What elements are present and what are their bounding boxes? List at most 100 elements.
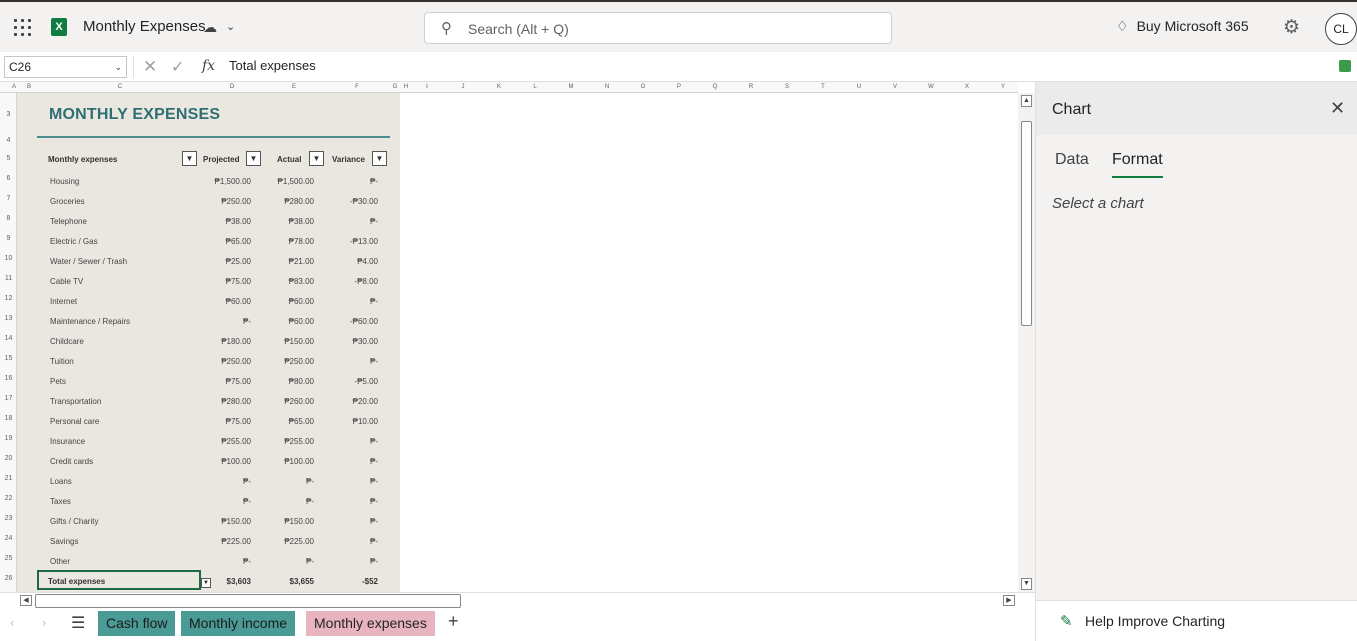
projected-value[interactable]: ₱60.00 [226,297,251,306]
total-variance[interactable]: -$52 [362,577,378,586]
row-header[interactable]: 6 [0,175,17,182]
vertical-scrollbar[interactable]: ▲ ▼ [1018,93,1035,592]
variance-value[interactable]: ₱- [370,477,378,486]
variance-value[interactable]: ₱- [370,177,378,186]
variance-value[interactable]: -₱5.00 [354,377,378,386]
buy-microsoft-365-button[interactable]: ♢ Buy Microsoft 365 [1116,18,1249,35]
row-label[interactable]: Insurance [50,437,85,446]
variance-value[interactable]: ₱10.00 [353,417,378,426]
row-label[interactable]: Cable TV [50,277,83,286]
actual-value[interactable]: ₱60.00 [289,297,314,306]
actual-value[interactable]: ₱1,500.00 [278,177,314,186]
variance-value[interactable]: ₱20.00 [353,397,378,406]
actual-value[interactable]: ₱78.00 [289,237,314,246]
avatar[interactable]: CL [1325,13,1357,45]
variance-value[interactable]: ₱- [370,217,378,226]
table-row[interactable]: Maintenance / Repairs ₱- ₱60.00 -₱60.00 [17,311,400,331]
table-row[interactable]: Water / Sewer / Trash ₱25.00 ₱21.00 ₱4.00 [17,251,400,271]
actual-value[interactable]: ₱- [306,477,314,486]
table-row[interactable]: Tuition ₱250.00 ₱250.00 ₱- [17,351,400,371]
actual-value[interactable]: ₱280.00 [284,197,314,206]
chevron-left-icon[interactable]: ‹ [10,615,14,630]
table-row[interactable]: Other ₱- ₱- ₱- [17,551,400,571]
hamburger-menu-icon[interactable]: ☰ [71,613,85,633]
add-sheet-icon[interactable]: + [448,611,459,632]
row-header[interactable]: 3 [0,111,17,118]
row-label[interactable]: Water / Sewer / Trash [50,257,127,266]
row-header[interactable]: 15 [0,355,17,362]
column-header[interactable]: K [481,84,517,90]
row-header[interactable]: 7 [0,195,17,202]
projected-value[interactable]: ₱- [243,477,251,486]
row-header[interactable]: 12 [0,295,17,302]
table-row[interactable]: Personal care ₱75.00 ₱65.00 ₱10.00 [17,411,400,431]
column-header[interactable]: Y [985,84,1021,90]
variance-value[interactable]: ₱- [370,537,378,546]
row-label[interactable]: Loans [50,477,72,486]
variance-value[interactable]: -₱60.00 [350,317,378,326]
column-header[interactable]: G [391,84,399,90]
column-header[interactable]: X [949,84,985,90]
row-header[interactable]: 17 [0,395,17,402]
column-header[interactable]: P [661,84,697,90]
variance-value[interactable]: ₱4.00 [357,257,378,266]
table-row[interactable]: Groceries ₱250.00 ₱280.00 -₱30.00 [17,191,400,211]
variance-value[interactable]: ₱- [370,557,378,566]
projected-value[interactable]: ₱250.00 [221,357,251,366]
table-row[interactable]: Telephone ₱38.00 ₱38.00 ₱- [17,211,400,231]
table-row[interactable]: Housing ₱1,500.00 ₱1,500.00 ₱- [17,171,400,191]
variance-value[interactable]: -₱8.00 [354,277,378,286]
row-label[interactable]: Personal care [50,417,99,426]
table-row[interactable]: Pets ₱75.00 ₱80.00 -₱5.00 [17,371,400,391]
variance-value[interactable]: ₱- [370,437,378,446]
row-header[interactable]: 21 [0,475,17,482]
column-header[interactable]: U [841,84,877,90]
table-row[interactable]: Savings ₱225.00 ₱225.00 ₱- [17,531,400,551]
actual-value[interactable]: ₱65.00 [289,417,314,426]
table-row[interactable]: Electric / Gas ₱65.00 ₱78.00 -₱13.00 [17,231,400,251]
row-header[interactable]: 8 [0,215,17,222]
column-header[interactable]: Q [697,84,733,90]
actual-value[interactable]: ₱60.00 [289,317,314,326]
insert-function-icon[interactable]: fx [202,58,215,74]
row-label[interactable]: Credit cards [50,457,93,466]
tab-monthly-expenses[interactable]: Monthly expenses [306,611,435,636]
row-label[interactable]: Telephone [50,217,87,226]
search-box[interactable]: ⚲ [424,12,892,44]
column-header[interactable]: C [40,84,200,90]
cancel-icon[interactable]: ✕ [143,57,157,77]
projected-value[interactable]: ₱- [243,497,251,506]
row-label[interactable]: Pets [50,377,66,386]
table-row[interactable]: Childcare ₱180.00 ₱150.00 ₱30.00 [17,331,400,351]
projected-value[interactable]: ₱225.00 [221,537,251,546]
column-header[interactable]: J [445,84,481,90]
tab-data[interactable]: Data [1055,151,1089,176]
projected-value[interactable]: ₱250.00 [221,197,251,206]
check-icon[interactable]: ✓ [171,57,184,77]
scroll-up-icon[interactable]: ▲ [1021,95,1032,107]
row-header[interactable]: 9 [0,235,17,242]
actual-value[interactable]: ₱225.00 [284,537,314,546]
column-header[interactable]: W [913,84,949,90]
row-header[interactable]: 22 [0,495,17,502]
search-input[interactable] [468,19,868,39]
projected-value[interactable]: ₱150.00 [221,517,251,526]
table-row[interactable]: Transportation ₱280.00 ₱260.00 ₱20.00 [17,391,400,411]
row-label[interactable]: Tuition [50,357,74,366]
actual-value[interactable]: ₱250.00 [284,357,314,366]
row-label[interactable]: Childcare [50,337,84,346]
table-row[interactable]: Taxes ₱- ₱- ₱- [17,491,400,511]
variance-value[interactable]: ₱- [370,457,378,466]
variance-value[interactable]: ₱- [370,517,378,526]
app-launcher-icon[interactable] [14,19,31,36]
row-label[interactable]: Savings [50,537,78,546]
projected-value[interactable]: ₱75.00 [226,377,251,386]
variance-value[interactable]: -₱13.00 [350,237,378,246]
row-header[interactable]: 23 [0,515,17,522]
scroll-down-icon[interactable]: ▼ [1021,578,1032,590]
row-header[interactable]: 11 [0,275,17,282]
scroll-left-icon[interactable]: ◀ [20,595,32,606]
row-label[interactable]: Groceries [50,197,85,206]
actual-value[interactable]: ₱- [306,497,314,506]
actual-value[interactable]: ₱260.00 [284,397,314,406]
